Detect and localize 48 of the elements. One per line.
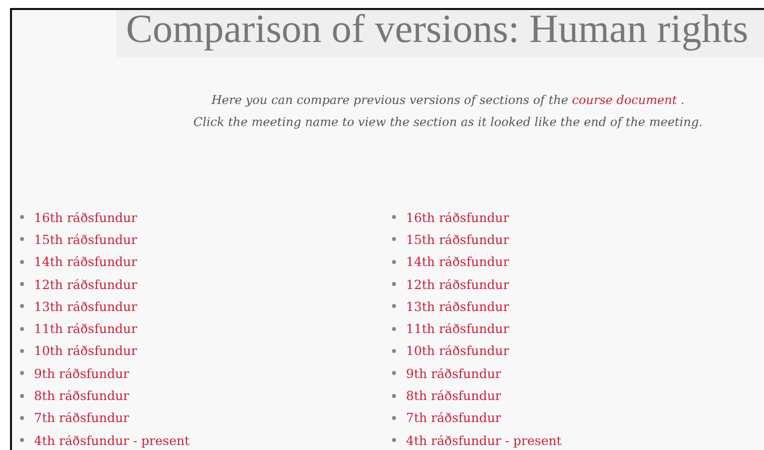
course-document-link[interactable]: course document — [572, 93, 677, 107]
bullet-icon — [20, 260, 24, 264]
meeting-link[interactable]: 15th ráðsfundur — [406, 232, 510, 247]
bullet-icon — [20, 326, 24, 331]
meeting-link[interactable]: 13th ráðsfundur — [34, 298, 138, 314]
meeting-link[interactable]: 11th ráðsfundur — [406, 321, 510, 336]
page-title: Comparison of versions: Human rights — [126, 10, 748, 49]
meeting-link[interactable]: 8th ráðsfundur — [34, 388, 130, 404]
meeting-link[interactable]: 9th ráðsfundur — [406, 366, 502, 381]
bullet-icon — [392, 394, 396, 398]
meeting-link[interactable]: 10th ráðsfundur — [406, 343, 510, 358]
intro-instruction: Click the meeting name to view the section as it looked like the end of the meeting. — [192, 114, 704, 131]
bullet-icon — [392, 416, 396, 420]
meeting-link[interactable]: 7th ráðsfundur — [34, 410, 130, 426]
meeting-link[interactable]: 4th ráðsfundur - present — [34, 432, 190, 448]
bullet-icon — [20, 215, 24, 220]
meeting-link[interactable]: 15th ráðsfundur — [34, 232, 138, 247]
meeting-link[interactable]: 8th ráðsfundur — [406, 388, 502, 404]
meeting-link[interactable]: 14th ráðsfundur — [406, 254, 510, 270]
bullet-icon — [392, 371, 396, 376]
meeting-link[interactable]: 12th ráðsfundur — [406, 276, 510, 292]
bullet-icon — [392, 260, 396, 264]
bullet-icon — [392, 237, 396, 242]
intro-text: Here you can compare previous versions of sections of the course document . — [210, 92, 686, 109]
bullet-icon — [20, 438, 24, 442]
meeting-link[interactable]: 10th ráðsfundur — [34, 343, 138, 358]
bullet-icon — [392, 282, 396, 286]
bullet-icon — [392, 438, 396, 442]
meeting-link[interactable]: 11th ráðsfundur — [34, 321, 138, 336]
meeting-link[interactable]: 13th ráðsfundur — [406, 298, 510, 314]
bullet-icon — [20, 394, 24, 398]
bullet-icon — [392, 326, 396, 331]
meeting-link[interactable]: 12th ráðsfundur — [34, 276, 138, 292]
bullet-icon — [20, 304, 24, 308]
meeting-link[interactable]: 16th ráðsfundur — [406, 210, 510, 225]
bullet-icon — [392, 215, 396, 220]
bullet-icon — [392, 304, 396, 308]
meeting-link[interactable]: 16th ráðsfundur — [34, 210, 138, 225]
bullet-icon — [20, 416, 24, 420]
meeting-link[interactable]: 9th ráðsfundur — [34, 366, 130, 381]
meeting-link[interactable]: 4th ráðsfundur - present — [406, 432, 562, 448]
bullet-icon — [392, 348, 396, 353]
bullet-icon — [20, 371, 24, 376]
bullet-icon — [20, 348, 24, 353]
bullet-icon — [20, 237, 24, 242]
meeting-link[interactable]: 7th ráðsfundur — [406, 410, 502, 426]
bullet-icon — [20, 282, 24, 286]
meeting-link[interactable]: 14th ráðsfundur — [34, 254, 138, 270]
